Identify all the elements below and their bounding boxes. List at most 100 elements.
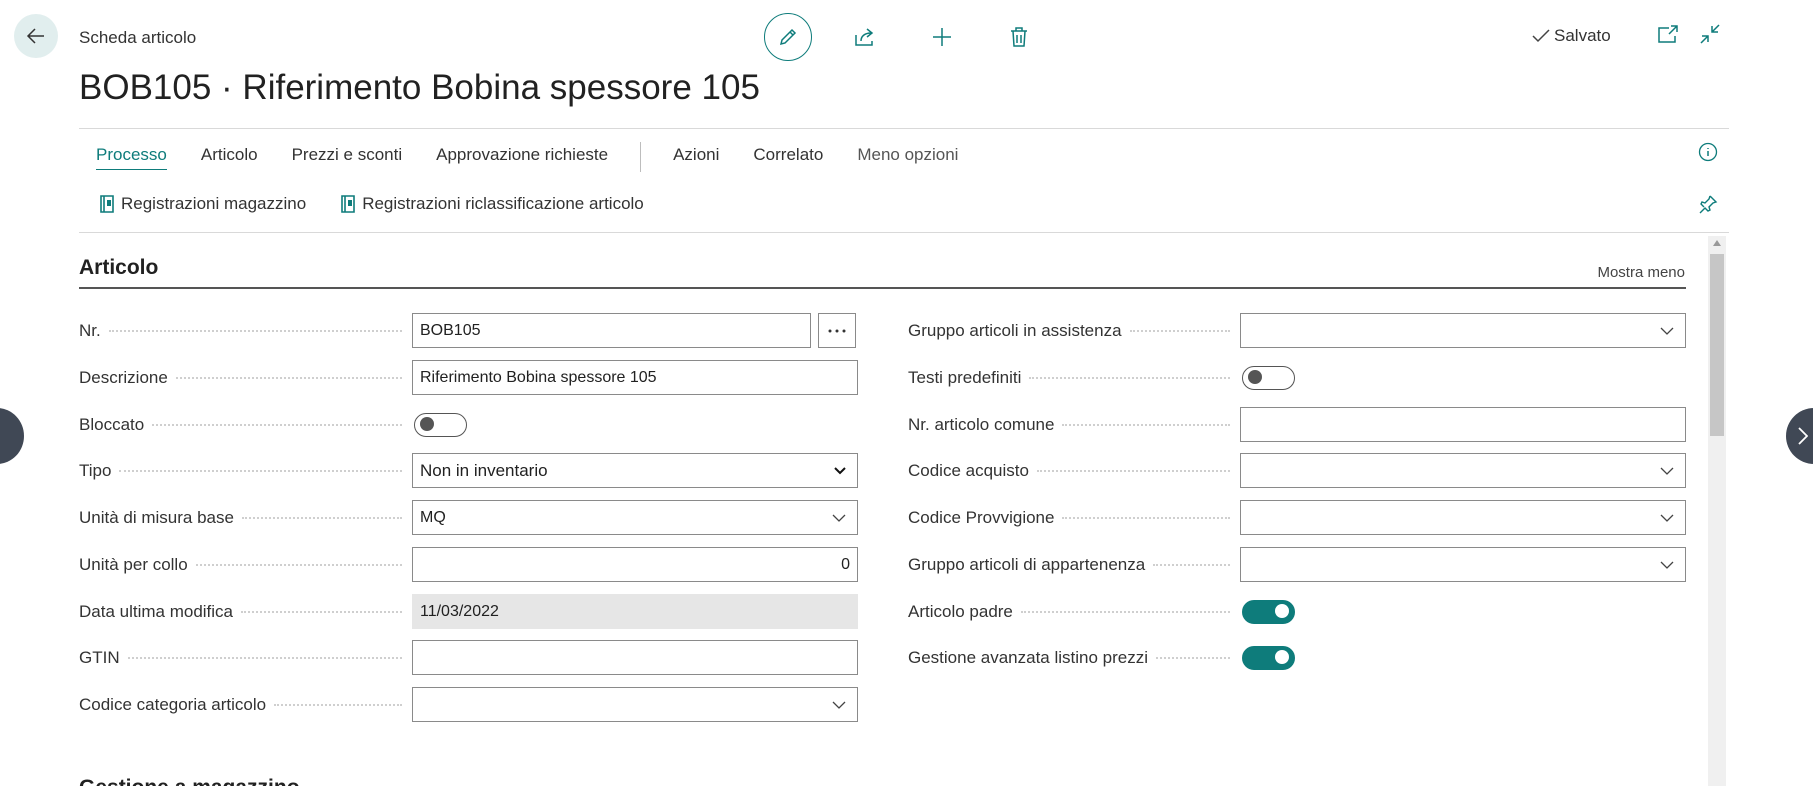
field-nr-comune: Nr. articolo comune bbox=[908, 407, 1686, 442]
saved-status: Salvato bbox=[1532, 26, 1611, 46]
action-divider bbox=[79, 232, 1729, 233]
chevron-down-icon bbox=[832, 701, 846, 709]
field-label: Unità per collo bbox=[79, 555, 412, 575]
field-label: Nr. articolo comune bbox=[908, 415, 1240, 435]
share-button[interactable] bbox=[841, 13, 889, 61]
info-icon bbox=[1698, 142, 1718, 162]
tab-correlato[interactable]: Correlato bbox=[753, 145, 823, 169]
tipo-select[interactable]: Non in inventario bbox=[412, 453, 858, 488]
gruppo-assistenza-select[interactable] bbox=[1240, 313, 1686, 348]
scroll-up-icon[interactable] bbox=[1713, 240, 1721, 246]
field-label: Codice acquisto bbox=[908, 461, 1240, 481]
arrow-left-icon bbox=[26, 28, 44, 44]
gruppo-appartenenza-select[interactable] bbox=[1240, 547, 1686, 582]
chevron-down-icon bbox=[1660, 514, 1674, 522]
field-tipo: Tipo Non in inventario bbox=[79, 453, 858, 488]
action-tabs: Processo Articolo Prezzi e sconti Approv… bbox=[96, 142, 992, 172]
field-articolo-padre: Articolo padre bbox=[908, 594, 1295, 629]
plus-icon bbox=[933, 28, 951, 46]
articolo-padre-toggle[interactable] bbox=[1242, 599, 1295, 624]
header-divider bbox=[79, 128, 1729, 129]
testi-predefiniti-toggle[interactable] bbox=[1242, 365, 1295, 390]
show-less-link[interactable]: Mostra meno bbox=[1597, 264, 1685, 281]
field-gruppo-assistenza: Gruppo articoli in assistenza bbox=[908, 313, 1686, 348]
field-gestione-listino: Gestione avanzata listino prezzi bbox=[908, 640, 1295, 675]
tab-divider bbox=[640, 142, 642, 172]
scrollbar-thumb[interactable] bbox=[1710, 254, 1724, 436]
subaction-label: Registrazioni riclassificazione articolo bbox=[362, 194, 644, 213]
field-label: Tipo bbox=[79, 461, 412, 481]
field-label: GTIN bbox=[79, 648, 412, 668]
codice-acquisto-select[interactable] bbox=[1240, 453, 1686, 488]
tab-processo[interactable]: Processo bbox=[96, 145, 167, 170]
field-label: Data ultima modifica bbox=[79, 602, 412, 622]
select-value: Non in inventario bbox=[420, 460, 548, 480]
saved-label: Salvato bbox=[1554, 26, 1611, 45]
field-label: Testi predefiniti bbox=[908, 368, 1240, 388]
lookup-button[interactable] bbox=[818, 313, 856, 348]
tab-meno-opzioni[interactable]: Meno opzioni bbox=[857, 145, 958, 169]
field-label: Bloccato bbox=[79, 415, 412, 435]
field-data-modifica: Data ultima modifica 11/03/2022 bbox=[79, 594, 858, 629]
edit-button[interactable] bbox=[764, 13, 812, 61]
field-label: Gruppo articoli in assistenza bbox=[908, 321, 1240, 341]
journal-icon bbox=[100, 195, 114, 213]
info-button[interactable] bbox=[1697, 141, 1719, 163]
tab-articolo[interactable]: Articolo bbox=[201, 145, 258, 169]
next-record-button[interactable] bbox=[1786, 408, 1813, 464]
chevron-down-icon bbox=[1660, 327, 1674, 335]
field-label: Articolo padre bbox=[908, 602, 1240, 622]
ellipsis-icon bbox=[828, 329, 846, 332]
delete-button[interactable] bbox=[995, 13, 1043, 61]
open-new-window-button[interactable] bbox=[1656, 22, 1680, 46]
new-button[interactable] bbox=[918, 13, 966, 61]
back-button[interactable] bbox=[14, 14, 58, 58]
collapse-button[interactable] bbox=[1698, 22, 1722, 46]
select-value: MQ bbox=[420, 508, 446, 526]
field-label: Descrizione bbox=[79, 368, 412, 388]
top-action-bar bbox=[764, 13, 1072, 61]
field-bloccato: Bloccato bbox=[79, 407, 467, 442]
chevron-down-icon bbox=[832, 514, 846, 522]
registrazioni-magazzino-action[interactable]: Registrazioni magazzino bbox=[99, 194, 306, 214]
unita-base-select[interactable]: MQ bbox=[412, 500, 858, 535]
field-label: Gestione avanzata listino prezzi bbox=[908, 648, 1240, 668]
field-unita-base: Unità di misura base MQ bbox=[79, 500, 858, 535]
chevron-down-icon bbox=[1660, 467, 1674, 475]
share-icon bbox=[855, 28, 874, 46]
checkmark-icon bbox=[1532, 29, 1550, 43]
field-label: Codice Provvigione bbox=[908, 508, 1240, 528]
pin-button[interactable] bbox=[1697, 193, 1719, 215]
chevron-down-icon bbox=[834, 467, 846, 475]
codice-categoria-select[interactable] bbox=[412, 687, 858, 722]
gtin-input[interactable] bbox=[412, 640, 858, 675]
nr-comune-input[interactable] bbox=[1240, 407, 1686, 442]
chevron-right-icon bbox=[1798, 427, 1808, 445]
pin-icon bbox=[1699, 195, 1718, 214]
bloccato-toggle[interactable] bbox=[414, 412, 467, 437]
chevron-down-icon bbox=[1660, 561, 1674, 569]
field-codice-acquisto: Codice acquisto bbox=[908, 453, 1686, 488]
field-label: Unità di misura base bbox=[79, 508, 412, 528]
codice-provvigione-select[interactable] bbox=[1240, 500, 1686, 535]
tab-approvazione-richieste[interactable]: Approvazione richieste bbox=[436, 145, 608, 169]
field-label: Gruppo articoli di appartenenza bbox=[908, 555, 1240, 575]
subaction-bar: Registrazioni magazzino Registrazioni ri… bbox=[99, 194, 678, 214]
page-caption: Scheda articolo bbox=[79, 28, 197, 47]
field-descrizione: Descrizione Riferimento Bobina spessore … bbox=[79, 360, 858, 395]
field-codice-provvigione: Codice Provvigione bbox=[908, 500, 1686, 535]
field-gruppo-appartenenza: Gruppo articoli di appartenenza bbox=[908, 547, 1686, 582]
gestione-listino-toggle[interactable] bbox=[1242, 645, 1295, 670]
section-underline bbox=[79, 287, 1686, 289]
tab-azioni[interactable]: Azioni bbox=[673, 145, 719, 169]
field-gtin: GTIN bbox=[79, 640, 858, 675]
previous-record-button[interactable] bbox=[0, 408, 24, 464]
nr-input[interactable]: BOB105 bbox=[412, 313, 811, 348]
page-title: BOB105 · Riferimento Bobina spessore 105 bbox=[79, 68, 760, 107]
field-testi-predefiniti: Testi predefiniti bbox=[908, 360, 1295, 395]
registrazioni-riclassificazione-action[interactable]: Registrazioni riclassificazione articolo bbox=[340, 194, 644, 214]
unita-collo-input[interactable]: 0 bbox=[412, 547, 858, 582]
field-label: Codice categoria articolo bbox=[79, 695, 412, 715]
tab-prezzi-e-sconti[interactable]: Prezzi e sconti bbox=[292, 145, 403, 169]
descrizione-input[interactable]: Riferimento Bobina spessore 105 bbox=[412, 360, 858, 395]
